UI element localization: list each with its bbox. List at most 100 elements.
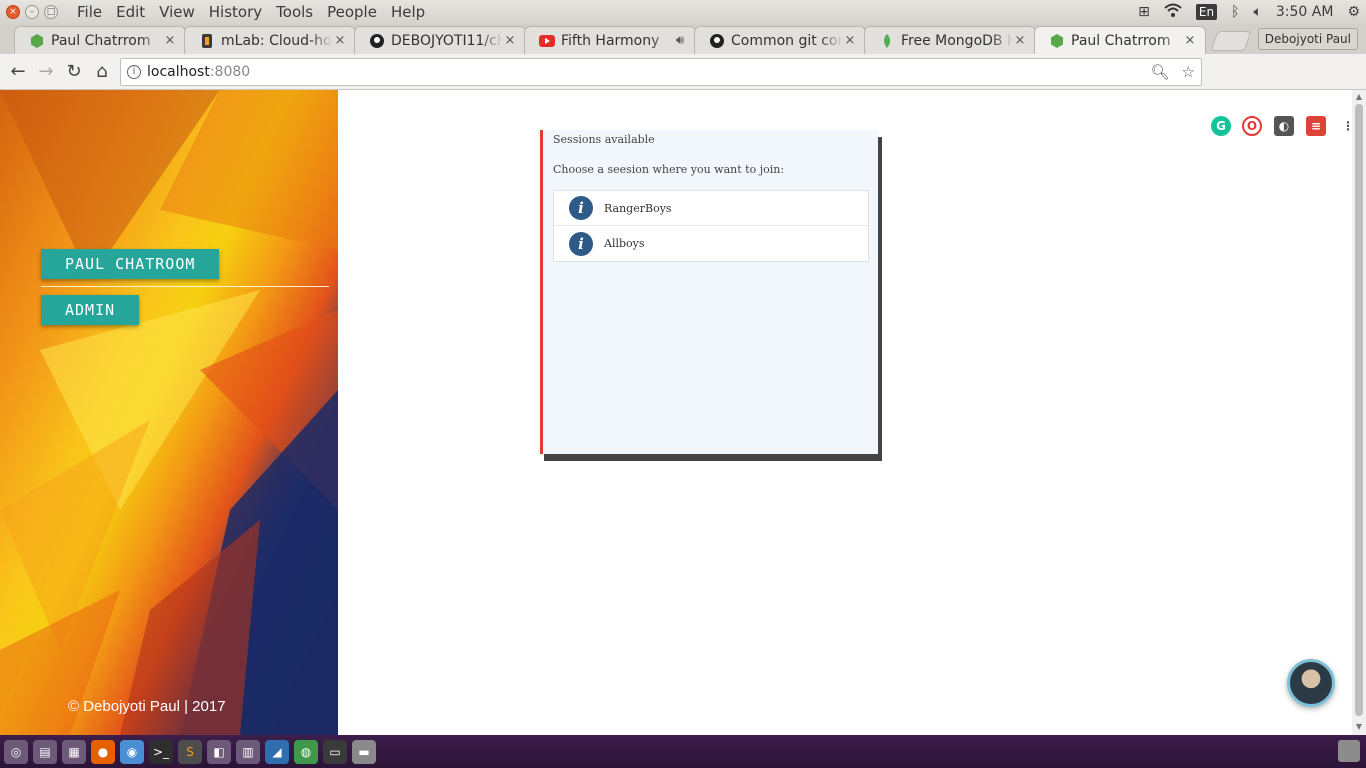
zoom-icon[interactable]: 🔍︎ bbox=[1151, 63, 1170, 81]
new-tab-button[interactable] bbox=[1210, 31, 1252, 51]
panel-title: Sessions available bbox=[553, 133, 655, 146]
clock[interactable]: 3:50 AM bbox=[1276, 4, 1334, 20]
session-list: i RangerBoys i Allboys bbox=[553, 190, 869, 262]
tab-title: Paul Chatrrom bbox=[51, 32, 151, 49]
window-maximize-button[interactable]: □ bbox=[44, 5, 58, 19]
tab-paul-chatrrom[interactable]: Paul Chatrrom × bbox=[14, 26, 186, 54]
keyboard-layout-indicator[interactable]: En bbox=[1195, 4, 1218, 20]
firefox-icon[interactable]: ● bbox=[91, 739, 115, 764]
tab-close-icon[interactable]: × bbox=[503, 33, 517, 48]
bluetooth-icon[interactable]: ᛒ bbox=[1231, 4, 1239, 20]
session-name: RangerBoys bbox=[604, 201, 672, 215]
info-icon: i bbox=[569, 231, 593, 256]
tab-title: DEBOJYOTI11/chat bbox=[391, 32, 503, 49]
chromium-icon[interactable]: ◉ bbox=[120, 739, 144, 764]
tab-title: Fifth Harmony bbox=[561, 32, 660, 49]
opera-icon[interactable]: O bbox=[1242, 116, 1262, 136]
session-item-allboys[interactable]: i Allboys bbox=[554, 226, 868, 261]
os-menubar: × – □ File Edit View History Tools Peopl… bbox=[0, 0, 1366, 24]
profile-button[interactable]: Debojyoti Paul bbox=[1257, 28, 1358, 50]
impress-icon[interactable]: ▥ bbox=[236, 739, 260, 764]
grammarly-icon[interactable]: G bbox=[1211, 116, 1231, 136]
tab-github-debojyoti[interactable]: DEBOJYOTI11/chat × bbox=[354, 26, 526, 54]
menu-file[interactable]: File bbox=[70, 3, 109, 21]
github-icon bbox=[369, 33, 385, 49]
archive-icon[interactable]: ▦ bbox=[62, 739, 86, 764]
sublime-text-icon[interactable]: S bbox=[178, 739, 202, 764]
tab-paul-chatrrom-active[interactable]: Paul Chatrrom × bbox=[1034, 26, 1206, 54]
os-taskbar: ◎ ▤ ▦ ● ◉ >_ S ◧ ▥ ◢ ◍ ▭ ▬ bbox=[0, 735, 1366, 768]
window-close-button[interactable]: × bbox=[6, 5, 20, 19]
volume-icon[interactable]: 🔈︎ bbox=[1253, 4, 1261, 20]
menu-help[interactable]: Help bbox=[384, 3, 432, 21]
site-info-icon[interactable]: i bbox=[127, 65, 141, 79]
sidebar: PAUL CHATROOM ADMIN © Debojyoti Paul | 2… bbox=[0, 90, 338, 735]
tab-close-icon[interactable]: × bbox=[1013, 33, 1027, 48]
system-tray: ⊞ En ᛒ 🔈︎ 3:50 AM ⚙ bbox=[1138, 0, 1360, 24]
reload-icon[interactable]: ↻ bbox=[60, 61, 88, 82]
scrollbar-thumb[interactable] bbox=[1355, 104, 1363, 716]
sidebar-footer: © Debojyoti Paul | 2017 bbox=[68, 698, 226, 715]
window-icon[interactable]: ▭ bbox=[323, 739, 347, 764]
drive-icon[interactable]: ▬ bbox=[352, 739, 376, 764]
tab-close-icon[interactable]: × bbox=[163, 33, 177, 48]
terminal-icon[interactable]: >_ bbox=[149, 739, 173, 764]
lightbulb-extension-icon[interactable]: ◐ bbox=[1274, 116, 1294, 136]
youtube-icon bbox=[539, 33, 555, 49]
window-minimize-button[interactable]: – bbox=[25, 5, 39, 19]
address-bar[interactable]: i localhost:8080 🔍︎ ☆ bbox=[120, 58, 1202, 86]
tab-title: Free MongoDB Hosting bbox=[901, 32, 1013, 49]
settings-gear-icon[interactable]: ⚙ bbox=[1347, 4, 1360, 20]
menu-edit[interactable]: Edit bbox=[109, 3, 152, 21]
mlab-icon bbox=[199, 33, 215, 49]
tab-title: Common git commands bbox=[731, 32, 843, 49]
omnibox-actions: 🔍︎ ☆ bbox=[1151, 63, 1196, 81]
page-scrollbar[interactable]: ▲ ▼ bbox=[1352, 90, 1366, 735]
sidebar-divider bbox=[41, 286, 329, 287]
bookmark-star-icon[interactable]: ☆ bbox=[1182, 63, 1195, 81]
sessions-panel: Sessions available Choose a seesion wher… bbox=[540, 130, 878, 454]
todoist-icon[interactable]: ≡ bbox=[1306, 116, 1326, 136]
menu-history[interactable]: History bbox=[202, 3, 269, 21]
scroll-up-arrow-icon[interactable]: ▲ bbox=[1352, 92, 1366, 101]
chat-avatar-button[interactable] bbox=[1287, 659, 1335, 707]
trash-icon[interactable] bbox=[1338, 740, 1360, 762]
panel-subtitle: Choose a seesion where you want to join: bbox=[553, 163, 785, 176]
tab-audio-icon[interactable]: 🔊︎ bbox=[673, 33, 687, 48]
ubuntu-menu-icon[interactable]: ◎ bbox=[4, 739, 28, 764]
menu-people[interactable]: People bbox=[320, 3, 384, 21]
tab-close-icon[interactable]: × bbox=[333, 33, 347, 48]
chrome-icon[interactable]: ◍ bbox=[294, 739, 318, 764]
software-center-icon[interactable]: ◧ bbox=[207, 739, 231, 764]
mongodb-leaf-icon bbox=[879, 33, 895, 49]
info-icon: i bbox=[569, 196, 593, 220]
forward-arrow-icon[interactable]: → bbox=[32, 61, 60, 82]
home-icon[interactable]: ⌂ bbox=[88, 61, 116, 82]
tab-title: Paul Chatrrom bbox=[1071, 32, 1171, 49]
tab-mlab[interactable]: mLab: Cloud-hosted × bbox=[184, 26, 356, 54]
scroll-down-arrow-icon[interactable]: ▼ bbox=[1352, 722, 1366, 731]
browser-tab-strip: Paul Chatrrom × mLab: Cloud-hosted × DEB… bbox=[0, 24, 1366, 54]
github-icon bbox=[709, 33, 725, 49]
url-host: localhost bbox=[147, 64, 210, 80]
admin-button[interactable]: ADMIN bbox=[41, 295, 140, 325]
tab-github-git-commands[interactable]: Common git commands × bbox=[694, 26, 866, 54]
window-controls: × – □ bbox=[6, 5, 58, 19]
url-port: :8080 bbox=[209, 64, 251, 80]
menu-tools[interactable]: Tools bbox=[269, 3, 320, 21]
menu-view[interactable]: View bbox=[152, 3, 202, 21]
session-item-rangerboys[interactable]: i RangerBoys bbox=[554, 191, 868, 226]
tab-title: mLab: Cloud-hosted bbox=[221, 32, 333, 49]
back-arrow-icon[interactable]: ← bbox=[4, 61, 32, 82]
tab-youtube-fifth-harmony[interactable]: Fifth Harmony 🔊︎ bbox=[524, 26, 696, 54]
tab-close-icon[interactable]: × bbox=[1183, 33, 1197, 48]
tab-close-icon[interactable]: × bbox=[843, 33, 857, 48]
tab-free-mongodb[interactable]: Free MongoDB Hosting × bbox=[864, 26, 1036, 54]
grid-icon[interactable]: ⊞ bbox=[1138, 4, 1150, 20]
editor-icon[interactable]: ◢ bbox=[265, 739, 289, 764]
green-hexagon-icon bbox=[1049, 33, 1065, 49]
wifi-icon[interactable] bbox=[1164, 3, 1182, 21]
paul-chatroom-button[interactable]: PAUL CHATROOM bbox=[41, 249, 220, 279]
session-name: Allboys bbox=[604, 237, 645, 250]
files-icon[interactable]: ▤ bbox=[33, 739, 57, 764]
